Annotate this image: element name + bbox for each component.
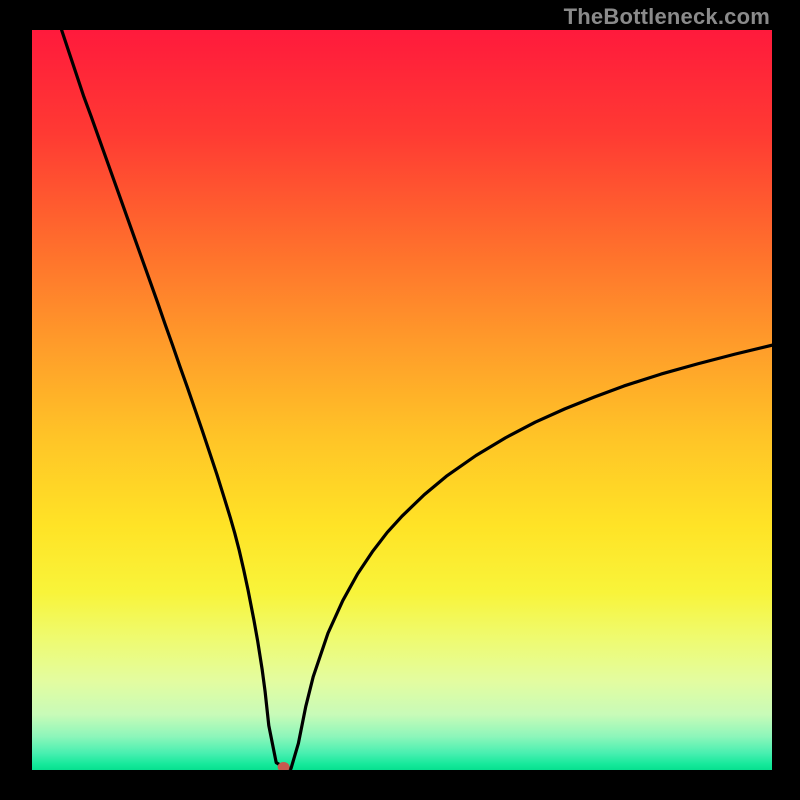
- watermark-text: TheBottleneck.com: [564, 4, 770, 30]
- gradient-background: [32, 30, 772, 770]
- plot-area: [32, 30, 772, 770]
- chart-frame: TheBottleneck.com: [0, 0, 800, 800]
- bottleneck-chart: [32, 30, 772, 770]
